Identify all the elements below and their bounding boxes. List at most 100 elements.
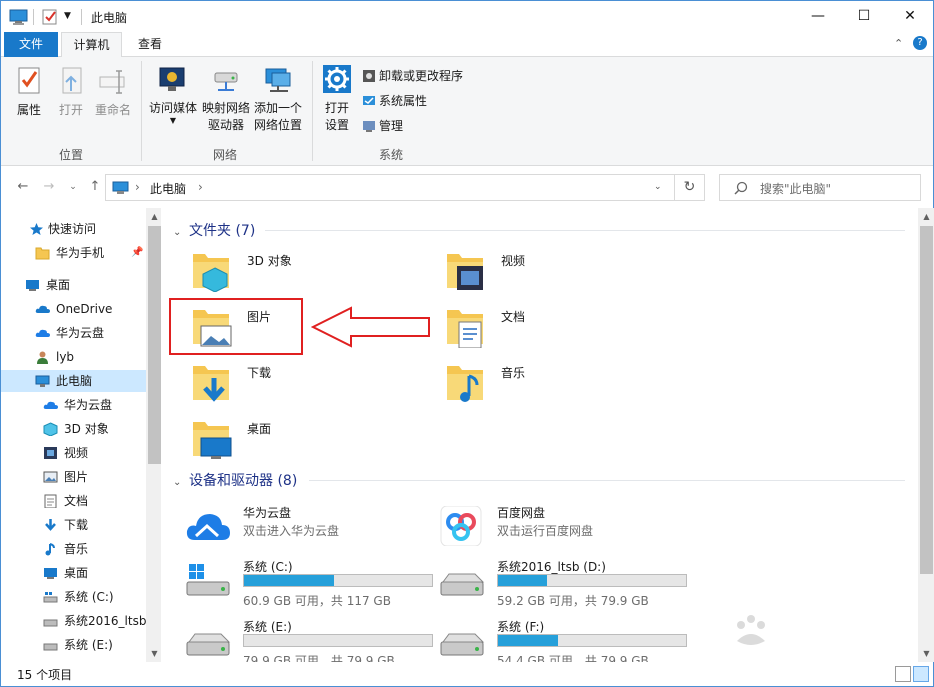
folder-music-icon <box>447 366 483 402</box>
nav-3d-objects[interactable]: 3D 对象 <box>1 418 146 440</box>
nav-drive-c[interactable]: 系统 (C:) <box>1 586 146 608</box>
recent-locations-icon[interactable]: ⌄ <box>63 177 83 197</box>
pin-icon[interactable]: 📌 <box>131 242 143 264</box>
drive-usage-fill <box>244 575 335 586</box>
maximize-button[interactable]: ☐ <box>841 1 887 32</box>
open-button[interactable]: 打开 <box>55 65 87 119</box>
drive-name: 系统 (C:) <box>243 560 293 574</box>
folder-videos-icon <box>447 254 483 290</box>
map-network-drive-button[interactable]: 映射网络 驱动器 <box>199 63 253 134</box>
nav-label: 系统2016_ltsb <box>64 614 147 628</box>
nav-pictures[interactable]: 图片 <box>1 466 146 488</box>
nav-label: 音乐 <box>64 542 89 556</box>
nav-drive-e[interactable]: 系统 (E:) <box>1 634 146 656</box>
folder-videos[interactable]: 视频 <box>443 246 683 296</box>
nav-pane-scroll-thumb[interactable] <box>148 226 161 464</box>
collapse-chevron-icon[interactable]: ⌄ <box>173 227 183 238</box>
pointer-arrow-icon <box>311 306 430 348</box>
nav-music[interactable]: 音乐 <box>1 538 146 560</box>
folder-downloads[interactable]: 下载 <box>189 358 429 408</box>
hard-drive-icon <box>440 633 485 656</box>
scroll-up-icon[interactable]: ▲ <box>918 208 934 225</box>
drive-d[interactable]: 系统2016_ltsb (D:) 59.2 GB 可用，共 79.9 GB <box>439 554 699 608</box>
nav-desktop[interactable]: 桌面 <box>1 274 146 296</box>
nav-huawei-phone[interactable]: 华为手机 📌 <box>1 242 146 264</box>
nav-user-lyb[interactable]: lyb <box>1 346 146 368</box>
drive-e[interactable]: 系统 (E:) 79.9 GB 可用，共 79.9 GB <box>185 614 445 668</box>
hard-drive-icon <box>186 633 231 656</box>
drive-usage-bar <box>497 634 687 647</box>
manage-button[interactable]: 管理 <box>362 116 403 136</box>
back-arrow-icon[interactable]: ← <box>13 177 33 197</box>
properties-check-icon[interactable] <box>41 8 59 26</box>
nav-pc-huawei-cloud[interactable]: 华为云盘 <box>1 394 146 416</box>
folder-documents[interactable]: 文档 <box>443 302 683 352</box>
devices-section-header[interactable]: ⌄ 设备和驱动器 (8) <box>173 470 297 490</box>
address-dropdown-icon[interactable]: ⌄ <box>654 182 662 192</box>
drive-usage-bar <box>243 634 433 647</box>
tab-computer[interactable]: 计算机 <box>61 32 122 58</box>
close-button[interactable]: ✕ <box>887 1 933 32</box>
open-settings-label-1: 打开 <box>324 101 349 115</box>
nav-documents[interactable]: 文档 <box>1 490 146 512</box>
folder-name: 3D 对象 <box>247 254 292 268</box>
breadcrumb-chevron-icon[interactable]: › <box>198 180 203 194</box>
tab-view[interactable]: 查看 <box>126 32 174 57</box>
computer-icon <box>9 9 28 25</box>
nav-label: 文档 <box>64 494 89 508</box>
access-media-button[interactable]: 访问媒体 ▼ <box>145 63 201 125</box>
drive-baidu-netdisk[interactable]: 百度网盘 双击运行百度网盘 <box>439 500 699 552</box>
nav-label: 桌面 <box>46 278 71 292</box>
3d-cube-icon <box>43 422 58 436</box>
folder-3d-objects[interactable]: 3D 对象 <box>189 246 429 296</box>
nav-onedrive[interactable]: OneDrive <box>1 298 146 320</box>
properties-button[interactable]: 属性 <box>13 65 45 119</box>
picture-icon <box>43 471 58 483</box>
folders-section-header[interactable]: ⌄ 文件夹 (7) <box>173 220 255 240</box>
quick-access-dropdown-icon[interactable]: ▼ <box>64 11 71 29</box>
breadcrumb-this-pc[interactable]: 此电脑 <box>150 180 186 197</box>
address-bar[interactable]: › 此电脑 › ⌄ <box>105 174 675 201</box>
drive-f[interactable]: 系统 (F:) 54.4 GB 可用，共 79.9 GB <box>439 614 699 668</box>
refresh-button[interactable]: ↻ <box>675 174 705 201</box>
large-icons-view-icon[interactable] <box>913 666 929 682</box>
add-network-location-button[interactable]: 添加一个 网络位置 <box>251 63 305 134</box>
uninstall-label: 卸载或更改程序 <box>379 69 464 83</box>
details-view-icon[interactable] <box>895 666 911 682</box>
network-location-icon <box>265 68 291 92</box>
help-icon[interactable]: ? <box>913 36 927 50</box>
nav-this-pc[interactable]: 此电脑 <box>1 370 146 392</box>
rename-button[interactable]: 重命名 <box>93 65 133 119</box>
nav-videos[interactable]: 视频 <box>1 442 146 464</box>
ribbon-separator <box>141 61 142 161</box>
nav-drive-d[interactable]: 系统2016_ltsb <box>1 610 146 632</box>
open-label: 打开 <box>58 103 83 117</box>
nav-label: 快速访问 <box>48 222 97 236</box>
content-scroll-thumb[interactable] <box>920 226 933 574</box>
nav-pc-desktop[interactable]: 桌面 <box>1 562 146 584</box>
system-group-label: 系统 <box>378 148 403 162</box>
windows-drive-icon <box>186 564 230 596</box>
content-scrollbar[interactable]: ▲ ▼ <box>918 208 934 662</box>
video-icon <box>44 447 57 459</box>
system-properties-button[interactable]: 系统属性 <box>362 91 427 111</box>
folder-desktop[interactable]: 桌面 <box>189 414 429 464</box>
drive-huawei-cloud[interactable]: 华为云盘 双击进入华为云盘 <box>185 500 445 552</box>
tab-file[interactable]: 文件 <box>4 32 58 57</box>
minimize-button[interactable]: — <box>795 1 841 32</box>
folder-music[interactable]: 音乐 <box>443 358 683 408</box>
folder-downloads-icon <box>193 366 229 402</box>
nav-huawei-cloud[interactable]: 华为云盘 <box>1 322 146 344</box>
collapse-ribbon-icon[interactable]: ⌃ <box>894 37 903 50</box>
search-box[interactable]: 搜索"此电脑" <box>719 174 921 201</box>
forward-arrow-icon[interactable]: → <box>39 177 59 197</box>
open-settings-button[interactable]: 打开 设置 <box>319 63 355 134</box>
nav-label: OneDrive <box>56 302 113 316</box>
nav-downloads[interactable]: 下载 <box>1 514 146 536</box>
nav-quick-access[interactable]: 快速访问 <box>1 218 146 240</box>
system-properties-icon <box>363 96 375 105</box>
uninstall-programs-button[interactable]: 卸载或更改程序 <box>362 66 463 86</box>
drive-c[interactable]: 系统 (C:) 60.9 GB 可用，共 117 GB <box>185 554 445 608</box>
collapse-chevron-icon[interactable]: ⌄ <box>173 477 183 488</box>
up-arrow-icon[interactable]: ↑ <box>85 177 105 197</box>
